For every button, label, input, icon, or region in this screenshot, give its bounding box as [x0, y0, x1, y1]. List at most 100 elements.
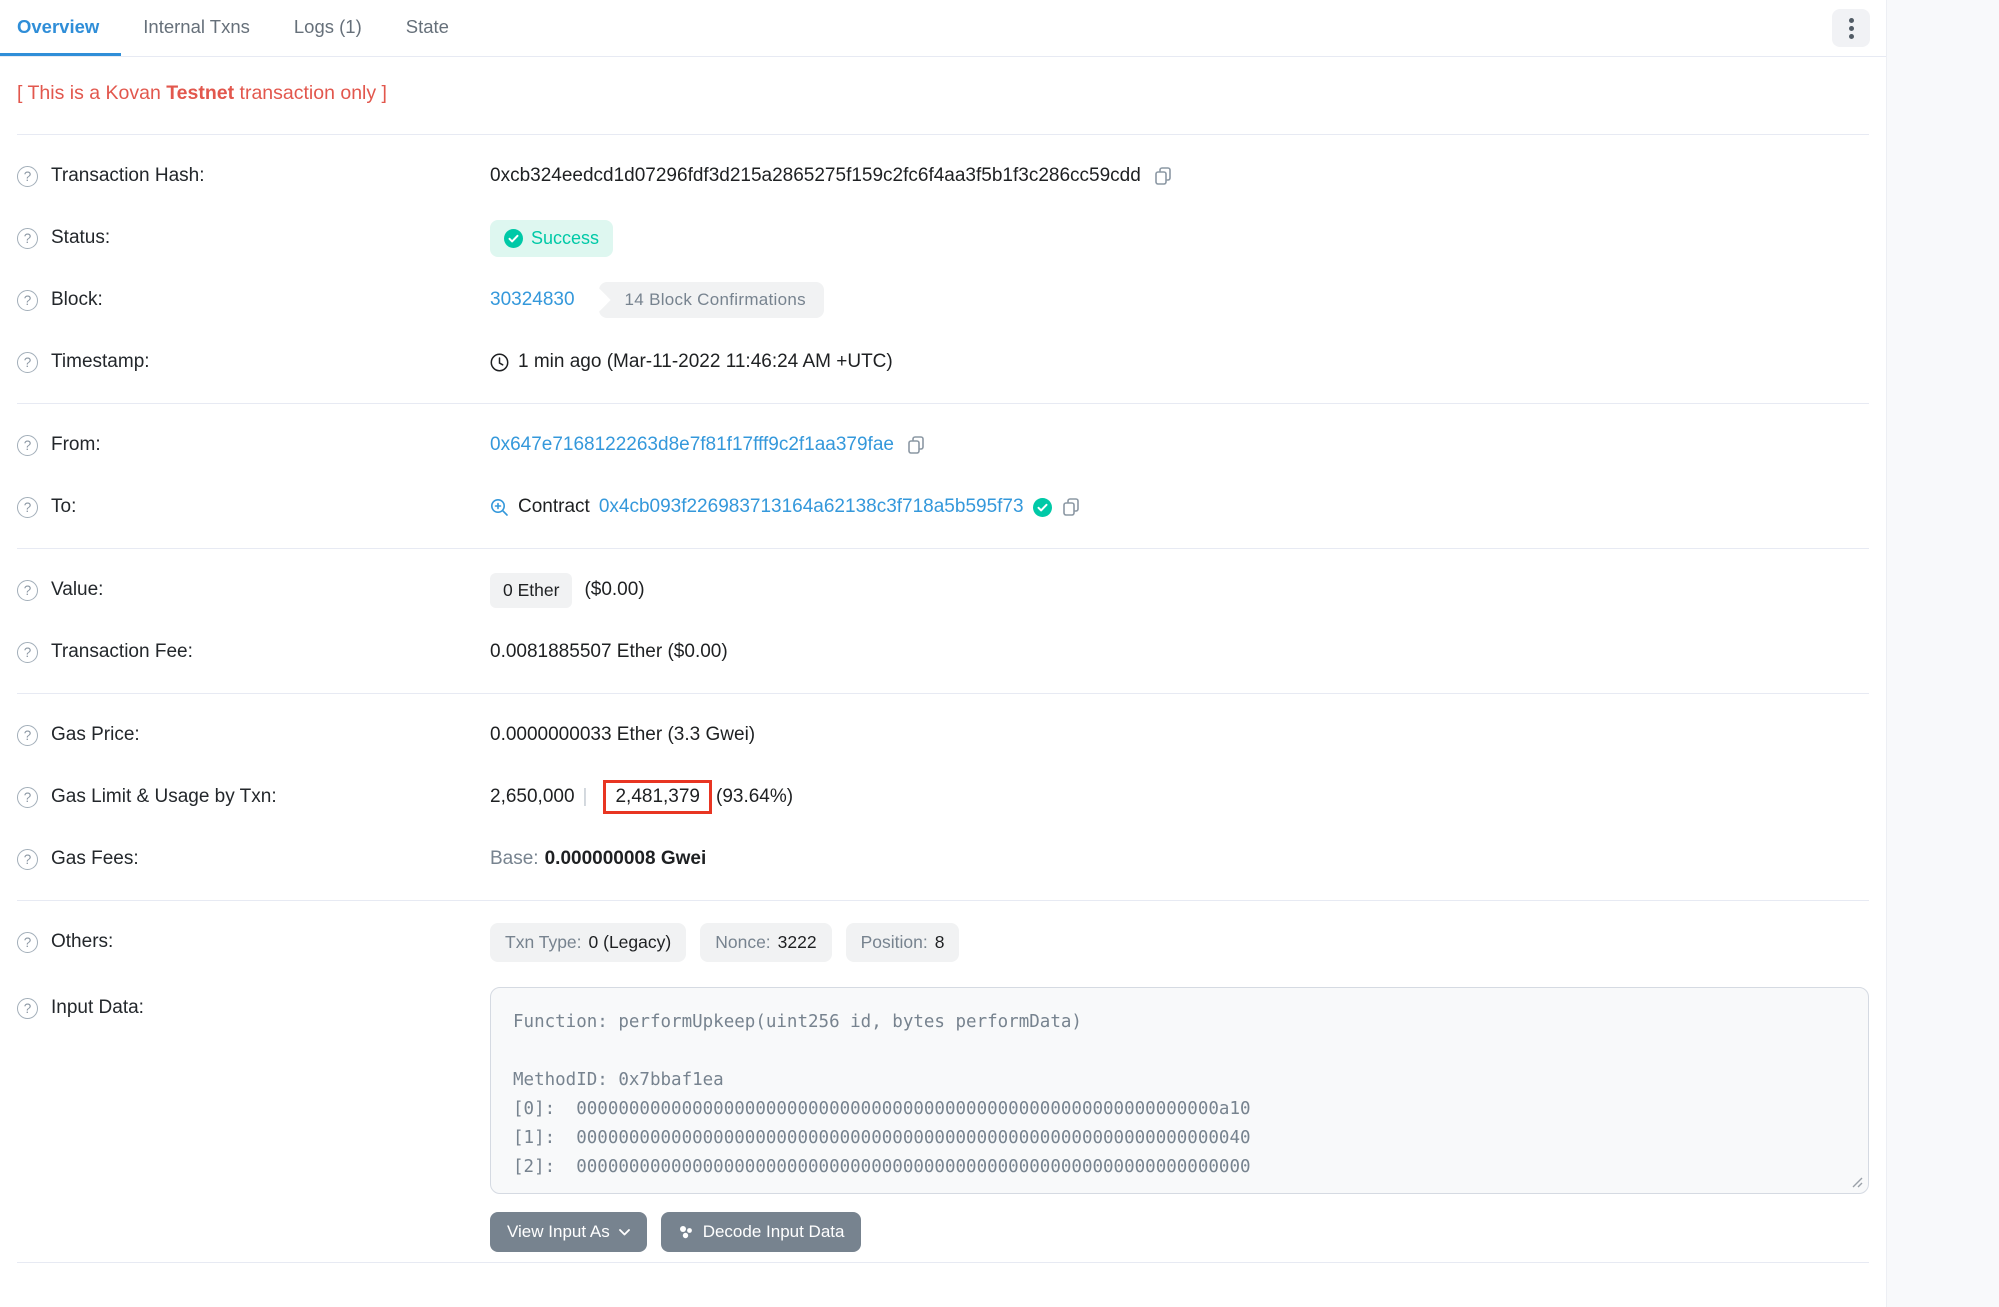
help-icon[interactable]: ? [17, 435, 38, 456]
tab-logs[interactable]: Logs (1) [272, 0, 384, 56]
help-icon[interactable]: ? [17, 352, 38, 373]
transaction-page: Overview Internal Txns Logs (1) State [ … [0, 0, 1999, 1307]
verified-check-icon [1033, 498, 1052, 517]
from-address-link[interactable]: 0x647e7168122263d8e7f81f17fff9c2f1aa379f… [490, 434, 894, 456]
chevron-down-icon [619, 1229, 630, 1236]
tabs: Overview Internal Txns Logs (1) State [0, 0, 471, 56]
txn-type-badge: Txn Type: 0 (Legacy) [490, 923, 686, 962]
row-gas-fees: ? Gas Fees: Base: 0.000000008 Gwei [0, 828, 1886, 890]
check-circle-icon [504, 229, 523, 248]
help-icon[interactable]: ? [17, 787, 38, 808]
help-icon[interactable]: ? [17, 166, 38, 187]
kebab-icon [1849, 34, 1854, 39]
input-data-content: Function: performUpkeep(uint256 id, byte… [513, 1008, 1846, 1182]
section-summary: ? Transaction Hash: 0xcb324eedcd1d07296f… [0, 135, 1886, 403]
timestamp-value: 1 min ago (Mar-11-2022 11:46:24 AM +UTC) [518, 351, 893, 373]
help-icon[interactable]: ? [17, 998, 38, 1019]
copy-txn-hash-button[interactable] [1153, 166, 1173, 186]
others-label: Others: [51, 931, 113, 953]
timestamp-label: Timestamp: [51, 351, 150, 373]
testnet-warning-bold: Testnet [166, 82, 234, 104]
help-icon[interactable]: ? [17, 497, 38, 518]
nonce-value: 3222 [778, 932, 817, 953]
section-divider [17, 1262, 1869, 1263]
row-gas-limit-usage: ? Gas Limit & Usage by Txn: 2,650,000 | … [0, 766, 1886, 828]
view-input-as-button[interactable]: View Input As [490, 1212, 647, 1252]
txn-type-label: Txn Type: [505, 932, 582, 953]
copy-to-address-button[interactable] [1061, 497, 1081, 517]
tab-internal-txns[interactable]: Internal Txns [121, 0, 272, 56]
status-label: Status: [51, 227, 110, 249]
to-address-link[interactable]: 0x4cb093f226983713164a62138c3f718a5b595f… [599, 496, 1024, 518]
kebab-icon [1849, 18, 1854, 23]
transaction-fee-value: 0.0081885507 Ether ($0.00) [490, 641, 728, 663]
help-icon[interactable]: ? [17, 290, 38, 311]
copy-from-address-button[interactable] [906, 435, 926, 455]
copy-icon [906, 435, 926, 455]
testnet-warning: [ This is a Kovan Testnet transaction on… [0, 57, 1886, 134]
gas-price-value: 0.0000000033 Ether (3.3 Gwei) [490, 724, 755, 746]
value-ether-badge: 0 Ether [490, 573, 572, 608]
gas-used-percent: (93.64%) [716, 786, 793, 808]
position-badge: Position: 8 [846, 923, 960, 962]
input-data-actions: View Input As Decode Input Data [490, 1212, 1869, 1252]
help-icon[interactable]: ? [17, 849, 38, 870]
tab-state[interactable]: State [384, 0, 471, 56]
gas-fees-base-label: Base: [490, 848, 539, 870]
resize-handle[interactable] [1851, 1176, 1863, 1188]
section-value: ? Value: 0 Ether ($0.00) ? Transaction F… [0, 549, 1886, 693]
row-transaction-hash: ? Transaction Hash: 0xcb324eedcd1d07296f… [0, 145, 1886, 207]
section-gas: ? Gas Price: 0.0000000033 Ether (3.3 Gwe… [0, 694, 1886, 900]
position-label: Position: [861, 932, 928, 953]
row-timestamp: ? Timestamp: 1 min ago (Mar-11-2022 11:4… [0, 331, 1886, 393]
row-block: ? Block: 30324830 14 Block Confirmations [0, 269, 1886, 331]
transaction-fee-label: Transaction Fee: [51, 641, 193, 663]
gas-used-annotation-box: 2,481,379 [603, 780, 712, 814]
help-icon[interactable]: ? [17, 642, 38, 663]
help-icon[interactable]: ? [17, 725, 38, 746]
decode-input-data-button[interactable]: Decode Input Data [661, 1212, 862, 1252]
tab-bar: Overview Internal Txns Logs (1) State [0, 0, 1886, 57]
kebab-icon [1849, 26, 1854, 31]
help-icon[interactable]: ? [17, 228, 38, 249]
view-input-as-label: View Input As [507, 1222, 610, 1242]
copy-icon [1061, 497, 1081, 517]
row-value: ? Value: 0 Ether ($0.00) [0, 559, 1886, 621]
row-status: ? Status: Success [0, 207, 1886, 269]
value-usd: ($0.00) [584, 579, 644, 601]
decode-input-data-label: Decode Input Data [703, 1222, 845, 1242]
input-data-label: Input Data: [51, 997, 144, 1019]
zoom-in-icon[interactable] [490, 498, 509, 517]
gas-limit-separator: | [583, 786, 588, 808]
row-input-data: ? Input Data: Function: performUpkeep(ui… [0, 973, 1886, 1252]
others-badges: Txn Type: 0 (Legacy) Nonce: 3222 Positio… [490, 923, 959, 962]
status-badge: Success [490, 220, 613, 257]
status-value: Success [531, 228, 599, 249]
tab-overview[interactable]: Overview [0, 0, 121, 56]
gas-fees-base-value: 0.000000008 Gwei [545, 848, 707, 870]
input-data-box[interactable]: Function: performUpkeep(uint256 id, byte… [490, 987, 1869, 1194]
gas-used-value: 2,481,379 [615, 786, 700, 807]
block-number-link[interactable]: 30324830 [490, 289, 575, 311]
gas-limit-value: 2,650,000 [490, 786, 575, 808]
help-icon[interactable]: ? [17, 932, 38, 953]
row-gas-price: ? Gas Price: 0.0000000033 Ether (3.3 Gwe… [0, 704, 1886, 766]
testnet-warning-text: transaction only ] [234, 82, 387, 104]
transaction-hash-label: Transaction Hash: [51, 165, 204, 187]
page-background-strip [1886, 0, 1999, 1307]
transaction-hash-value: 0xcb324eedcd1d07296fdf3d215a2865275f159c… [490, 165, 1141, 187]
to-label: To: [51, 496, 76, 518]
more-options-button[interactable] [1832, 9, 1870, 47]
value-label: Value: [51, 579, 103, 601]
txn-type-value: 0 (Legacy) [589, 932, 672, 953]
nonce-badge: Nonce: 3222 [700, 923, 831, 962]
help-icon[interactable]: ? [17, 580, 38, 601]
from-label: From: [51, 434, 101, 456]
clock-icon [490, 353, 509, 372]
block-label: Block: [51, 289, 103, 311]
nonce-label: Nonce: [715, 932, 770, 953]
gas-limit-label: Gas Limit & Usage by Txn: [51, 786, 277, 808]
gas-fees-label: Gas Fees: [51, 848, 139, 870]
section-others: ? Others: Txn Type: 0 (Legacy) Nonce: 32… [0, 901, 1886, 1262]
gas-price-label: Gas Price: [51, 724, 140, 746]
